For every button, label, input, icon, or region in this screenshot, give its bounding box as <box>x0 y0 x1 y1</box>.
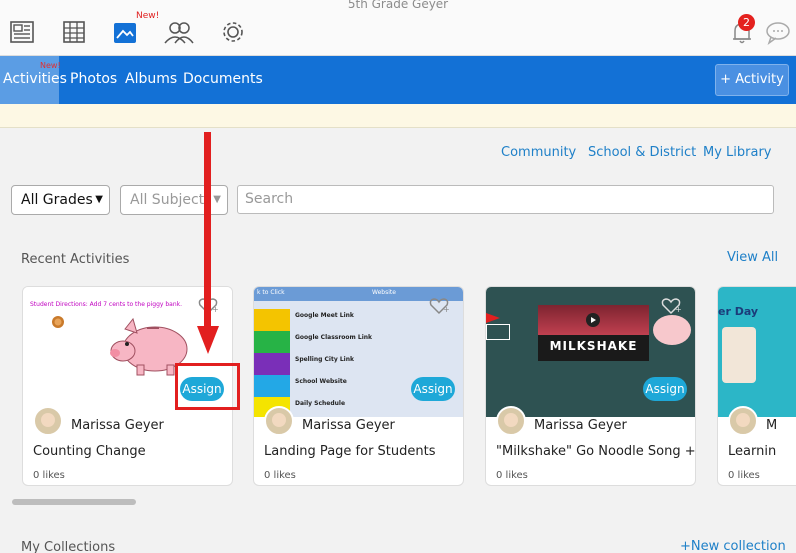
window-title: 5th Grade Geyer <box>347 0 449 11</box>
grade-select[interactable]: All Grades ▼ <box>11 185 110 215</box>
avatar <box>728 406 758 436</box>
favorite-heart-icon[interactable]: + <box>661 297 681 315</box>
card-author: Marissa Geyer <box>534 418 627 433</box>
card-banner: er Day <box>718 305 759 318</box>
section-nav: Activities New! Photos Albums Documents … <box>0 56 796 104</box>
svg-text:+: + <box>443 305 449 314</box>
card-title: Learnin <box>728 444 777 459</box>
notice-banner <box>0 104 796 128</box>
swatch <box>254 331 290 353</box>
view-all-link[interactable]: View All <box>727 250 778 265</box>
calendar-grid-icon[interactable] <box>60 18 88 46</box>
assign-button[interactable]: Assign <box>643 377 687 401</box>
avatar <box>496 406 526 436</box>
play-icon <box>586 313 600 327</box>
community-link[interactable]: Community <box>501 145 576 160</box>
horizontal-scrollbar[interactable] <box>12 499 136 505</box>
card-author: Marissa Geyer <box>302 418 395 433</box>
card-author: Marissa Geyer <box>71 418 164 433</box>
chevron-down-icon: ▼ <box>95 194 103 205</box>
thumbnail-row: Google Meet Link <box>295 312 354 319</box>
activity-card[interactable]: k to Click Website Google Meet Link Goog… <box>253 286 464 486</box>
activity-card[interactable]: MILKSHAKE + Assign Marissa Geyer "Milksh… <box>485 286 696 486</box>
card-title: Landing Page for Students <box>264 444 436 459</box>
activities-new-badge: New! <box>40 61 61 70</box>
avatar <box>264 406 294 436</box>
card-likes: 0 likes <box>728 470 760 481</box>
card-caption: Student Directions: Add 7 cents to the p… <box>30 301 183 308</box>
add-activity-button[interactable]: + Activity <box>715 64 789 96</box>
activity-card[interactable]: er Day M Learnin 0 likes <box>717 286 796 486</box>
card-thumbnail: er Day <box>718 287 796 417</box>
search-input[interactable]: Search <box>237 185 774 214</box>
thumbnail-header-left: k to Click <box>257 289 285 296</box>
my-library-link[interactable]: My Library <box>703 145 772 160</box>
tab-documents[interactable]: Documents <box>179 56 267 104</box>
main-content: Community School & District My Library A… <box>0 128 796 553</box>
card-author: M <box>766 418 778 433</box>
thumbnail-row: School Website <box>295 378 347 385</box>
video-thumbnail: MILKSHAKE <box>538 305 649 361</box>
thumbnail-header-right: Website <box>372 289 396 296</box>
annotation-highlight-box <box>175 363 240 410</box>
assign-button[interactable]: Assign <box>411 377 455 401</box>
card-title: Counting Change <box>33 444 146 459</box>
grade-select-value: All Grades <box>21 192 93 208</box>
illustration <box>722 327 756 383</box>
thumbnail-row: Google Classroom Link <box>295 334 373 341</box>
card-likes: 0 likes <box>264 470 296 481</box>
new-badge: New! <box>136 11 160 21</box>
newspaper-icon[interactable] <box>8 18 36 46</box>
annotation-arrow-icon <box>197 132 219 354</box>
card-likes: 0 likes <box>33 470 65 481</box>
thought-bubble <box>653 315 691 345</box>
thumbnail-row: Spelling City Link <box>295 356 354 363</box>
gear-icon[interactable] <box>219 18 247 46</box>
people-icon[interactable] <box>162 18 196 46</box>
favorite-heart-icon[interactable]: + <box>429 297 449 315</box>
arrow-icon <box>486 313 500 323</box>
tab-photos[interactable]: Photos <box>66 56 121 104</box>
thumbnail-row: Daily Schedule <box>295 400 346 407</box>
svg-text:+: + <box>675 305 681 314</box>
swatch <box>254 309 290 331</box>
tab-activities-label: Activities <box>3 71 67 87</box>
tab-albums[interactable]: Albums <box>121 56 181 104</box>
avatar <box>33 406 63 436</box>
my-collections-title: My Collections <box>21 540 116 553</box>
photos-icon[interactable] <box>112 20 138 46</box>
chat-icon[interactable] <box>764 18 792 46</box>
new-collection-link[interactable]: +New collection <box>680 539 786 553</box>
notification-count-badge: 2 <box>738 14 755 31</box>
card-title: "Milkshake" Go Noodle Song + ... <box>496 444 696 459</box>
answer-box <box>486 324 510 340</box>
school-district-link[interactable]: School & District <box>588 145 696 160</box>
recent-activities-title: Recent Activities <box>21 252 130 267</box>
video-title-overlay: MILKSHAKE <box>549 339 638 353</box>
swatch <box>254 353 290 375</box>
card-likes: 0 likes <box>496 470 528 481</box>
top-toolbar: 5th Grade Geyer New! 2 <box>0 0 796 56</box>
swatch <box>254 375 290 397</box>
coin-icon <box>52 316 64 328</box>
